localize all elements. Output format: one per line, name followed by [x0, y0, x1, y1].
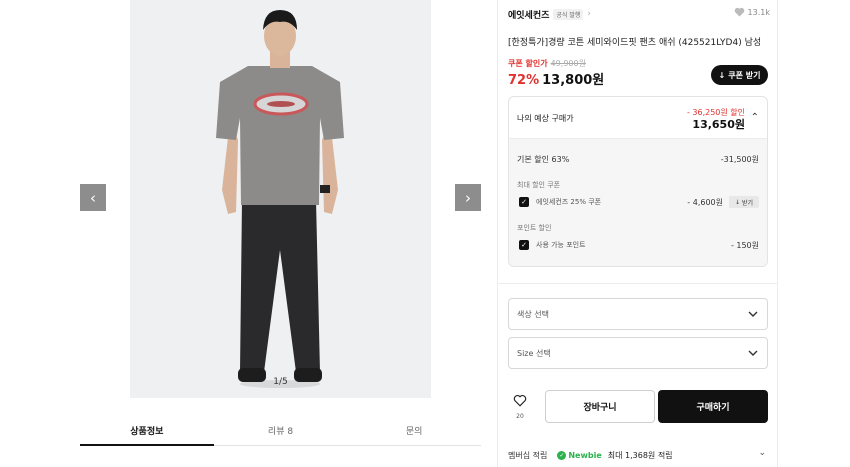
- original-price: 49,900원: [550, 59, 586, 68]
- official-badge: 공식 발행: [553, 8, 584, 20]
- buy-now-button[interactable]: 구매하기: [658, 390, 768, 423]
- chevron-down-icon[interactable]: ⌄: [758, 448, 766, 458]
- product-page: 1/5 ‹ › 상품정보 리뷰 8 문의 에잇세컨즈 공식 발행 › 13.1k…: [0, 0, 850, 467]
- product-title: [한정특가]경량 코튼 세미와이드핏 팬츠 애쉬 (425521LYD4) 남성: [508, 38, 762, 48]
- point-section-label: 포인트 할인: [517, 224, 552, 232]
- size-select[interactable]: Size 선택: [508, 337, 768, 369]
- discount-rate: 72%: [508, 73, 540, 88]
- chevron-up-icon[interactable]: ⌃: [751, 112, 759, 123]
- download-icon: ↓: [718, 70, 726, 80]
- model-photo: [216, 10, 344, 388]
- coupon-price-line: 쿠폰 할인가 49,900원: [508, 58, 586, 69]
- check-icon: ✓: [557, 450, 567, 460]
- divider: [498, 283, 777, 284]
- chevron-left-icon: ‹: [90, 188, 96, 207]
- color-select[interactable]: 색상 선택: [508, 298, 768, 330]
- heart-icon: [734, 7, 744, 17]
- estimate-header[interactable]: 나의 예상 구매가 - 36,250원 할인 13,650원 ⌃: [509, 97, 767, 139]
- tab-product-info[interactable]: 상품정보: [80, 414, 214, 446]
- tier-name: Newbie: [568, 450, 602, 460]
- brand-name[interactable]: 에잇세컨즈: [508, 8, 549, 21]
- coupon-tag: 쿠폰 할인가: [508, 59, 548, 68]
- coupon-checkbox[interactable]: ✓: [519, 197, 529, 207]
- base-discount-value: -31,500원: [720, 155, 759, 164]
- chevron-right-icon[interactable]: ›: [587, 9, 591, 19]
- membership-row[interactable]: 멤버십 적립 ✓ Newbie 최대 1,368원 적립 ⌄: [508, 448, 768, 462]
- coupon-label: 에잇세컨즈 25% 쿠폰: [536, 198, 602, 206]
- coupon-get-button[interactable]: ↓ 받기: [729, 196, 759, 208]
- membership-reward: 최대 1,368원 적립: [607, 450, 673, 460]
- price-line: 72% 13,800원: [508, 69, 604, 88]
- chevron-down-icon: [748, 311, 758, 317]
- point-value: - 150원: [730, 241, 759, 250]
- estimate-label: 나의 예상 구매가: [517, 114, 574, 123]
- image-counter: 1/5: [273, 377, 288, 387]
- color-select-label: 색상 선택: [517, 310, 549, 319]
- prev-image-button[interactable]: ‹: [80, 184, 106, 211]
- download-icon: ↓: [734, 198, 740, 206]
- brand-row: 에잇세컨즈 공식 발행 › 13.1k: [508, 7, 770, 21]
- tab-inquiry[interactable]: 문의: [347, 414, 481, 445]
- chevron-down-icon: [748, 350, 758, 356]
- sale-price: 13,800원: [542, 73, 605, 88]
- chevron-right-icon: ›: [465, 188, 471, 207]
- coupon-value: - 4,600원: [687, 198, 723, 207]
- base-discount-label: 기본 할인 63%: [517, 155, 570, 164]
- membership-label: 멤버십 적립: [508, 450, 548, 460]
- heart-icon: [513, 394, 527, 407]
- coupon-section-label: 최대 할인 쿠폰: [517, 181, 561, 189]
- point-checkbox[interactable]: ✓: [519, 240, 529, 250]
- coupon-get-label: 받기: [741, 199, 754, 207]
- coupon-button-label: 쿠폰 받기: [728, 70, 761, 80]
- wish-count: 20: [516, 413, 524, 420]
- tab-reviews[interactable]: 리뷰 8: [214, 414, 348, 445]
- like-count: 13.1k: [747, 7, 770, 17]
- estimated-price-box: 나의 예상 구매가 - 36,250원 할인 13,650원 ⌃ 기본 할인 6…: [508, 96, 768, 267]
- size-select-label: Size 선택: [517, 349, 551, 358]
- wishlist-button[interactable]: 20: [508, 392, 532, 420]
- detail-tabs: 상품정보 리뷰 8 문의: [80, 414, 481, 446]
- tier-badge: ✓ Newbie: [557, 450, 602, 460]
- coupon-download-button[interactable]: ↓ 쿠폰 받기: [711, 65, 768, 85]
- point-label: 사용 가능 포인트: [536, 241, 586, 249]
- estimated-price: 13,650원: [692, 118, 745, 131]
- purchase-panel: 에잇세컨즈 공식 발행 › 13.1k [한정특가]경량 코튼 세미와이드핏 팬…: [497, 0, 778, 467]
- like-counter[interactable]: 13.1k: [734, 7, 770, 17]
- add-to-cart-button[interactable]: 장바구니: [545, 390, 655, 423]
- estimate-details: 기본 할인 63% -31,500원 최대 할인 쿠폰 ✓ 에잇세컨즈 25% …: [509, 139, 767, 266]
- next-image-button[interactable]: ›: [455, 184, 481, 211]
- product-image[interactable]: 1/5: [130, 0, 431, 398]
